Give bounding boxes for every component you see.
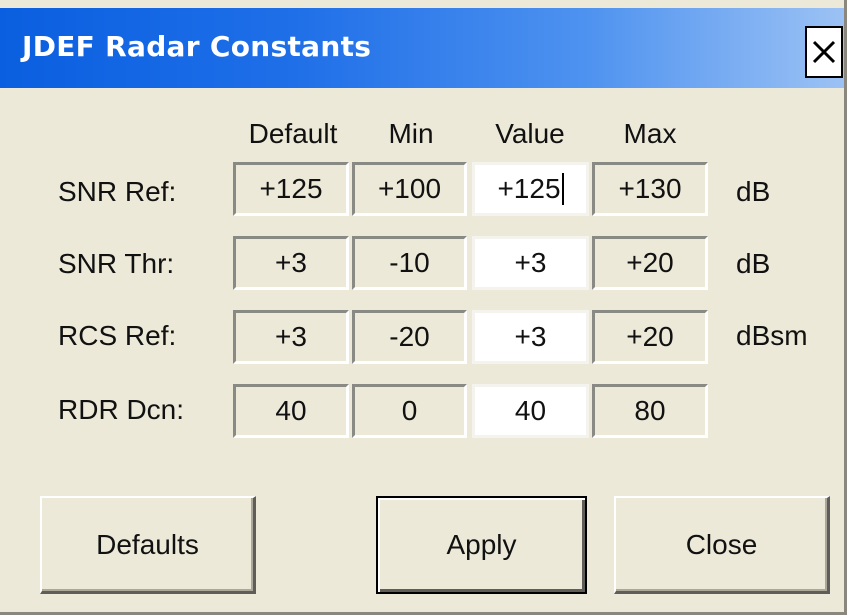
snr-thr-min-field: -10 xyxy=(352,236,467,290)
rdr-dcn-max-field: 80 xyxy=(592,384,708,438)
row-label-snr-ref: SNR Ref: xyxy=(58,176,177,207)
rcs-ref-unit: dBsm xyxy=(736,320,808,351)
snr-thr-value-input[interactable]: +3 xyxy=(472,236,589,290)
snr-ref-default-field: +125 xyxy=(233,162,349,216)
snr-thr-unit: dB xyxy=(736,248,771,279)
rcs-ref-max-field: +20 xyxy=(592,310,708,364)
snr-thr-default-field: +3 xyxy=(233,236,349,290)
rdr-dcn-default-field: 40 xyxy=(233,384,349,438)
rdr-dcn-value-input[interactable]: 40 xyxy=(472,384,589,438)
rcs-ref-value-input[interactable]: +3 xyxy=(472,310,589,364)
close-icon[interactable] xyxy=(805,26,843,78)
row-label-rcs-ref: RCS Ref: xyxy=(58,320,177,351)
title-bar[interactable]: JDEF Radar Constants xyxy=(0,8,844,88)
snr-ref-min-field: +100 xyxy=(352,162,467,216)
snr-ref-value-input[interactable]: +125 xyxy=(472,162,589,216)
window-title: JDEF Radar Constants xyxy=(22,30,372,63)
apply-button[interactable]: Apply xyxy=(376,496,587,594)
snr-ref-unit: dB xyxy=(736,176,771,207)
defaults-button[interactable]: Defaults xyxy=(40,496,256,594)
row-label-rdr-dcn: RDR Dcn: xyxy=(58,394,185,425)
text-caret xyxy=(561,173,564,205)
rcs-ref-default-field: +3 xyxy=(233,310,349,364)
snr-ref-max-field: +130 xyxy=(592,162,708,216)
close-x-glyph xyxy=(812,40,836,64)
column-header-default: Default xyxy=(248,118,338,149)
column-header-value: Value xyxy=(495,118,565,149)
row-label-snr-thr: SNR Thr: xyxy=(58,248,175,279)
column-header-max: Max xyxy=(623,118,677,149)
rdr-dcn-min-field: 0 xyxy=(352,384,467,438)
rcs-ref-min-field: -20 xyxy=(352,310,467,364)
snr-thr-max-field: +20 xyxy=(592,236,708,290)
snr-ref-value-text: +125 xyxy=(497,173,561,204)
close-button[interactable]: Close xyxy=(614,496,830,594)
column-header-min: Min xyxy=(388,118,434,149)
dialog-window: JDEF Radar Constants Default Min Value M… xyxy=(0,0,847,615)
